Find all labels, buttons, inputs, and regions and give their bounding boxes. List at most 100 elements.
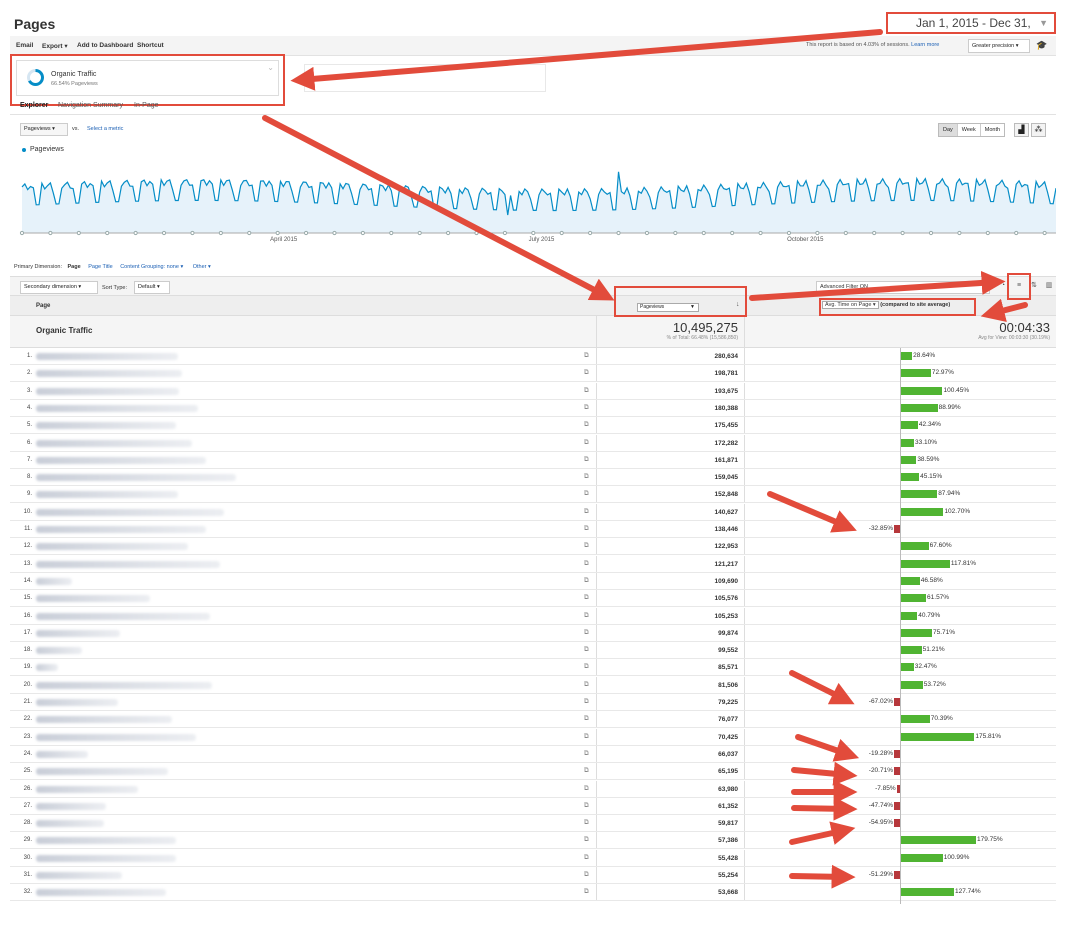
segment-card[interactable]: Organic Traffic 66.54% Pageviews ⌄ [16, 60, 279, 96]
open-link-icon[interactable]: ⧉ [584, 819, 589, 827]
redacted-page-path[interactable] [36, 353, 178, 360]
email-button[interactable]: Email [16, 42, 33, 49]
open-link-icon[interactable]: ⧉ [584, 490, 589, 498]
open-link-icon[interactable]: ⧉ [584, 577, 589, 585]
metric-select[interactable]: Pageviews ▾ [20, 123, 68, 136]
open-link-icon[interactable]: ⧉ [584, 888, 589, 896]
open-link-icon[interactable]: ⧉ [584, 542, 589, 550]
page-column-header[interactable]: Page [36, 303, 50, 309]
redacted-page-path[interactable] [36, 647, 82, 655]
redacted-page-path[interactable] [36, 560, 220, 568]
redacted-page-path[interactable] [36, 456, 206, 464]
redacted-page-path[interactable] [36, 664, 58, 672]
sort-type-select[interactable]: Default ▾ [134, 281, 170, 294]
redacted-page-path[interactable] [36, 491, 178, 499]
open-link-icon[interactable]: ⧉ [584, 473, 589, 481]
add-segment-box[interactable] [304, 64, 546, 92]
redacted-page-path[interactable] [36, 474, 236, 482]
tab-navigation-summary[interactable]: Navigation Summary [58, 102, 123, 109]
redacted-page-path[interactable] [36, 629, 120, 637]
open-link-icon[interactable]: ⧉ [584, 663, 589, 671]
open-link-icon[interactable]: ⧉ [584, 525, 589, 533]
redacted-page-path[interactable] [36, 837, 176, 845]
redacted-page-path[interactable] [36, 699, 118, 706]
open-link-icon[interactable]: ⧉ [584, 767, 589, 775]
comparison-percent: 42.34% [918, 421, 941, 429]
column-divider [596, 382, 597, 399]
open-link-icon[interactable]: ⧉ [584, 750, 589, 758]
redacted-page-path[interactable] [36, 404, 198, 412]
content-grouping-select[interactable]: Content Grouping: none ▾ [120, 264, 183, 270]
open-link-icon[interactable]: ⧉ [584, 802, 589, 810]
precision-select[interactable]: Greater precision ▾ [968, 39, 1030, 53]
open-link-icon[interactable]: ⧉ [584, 612, 589, 620]
open-link-icon[interactable]: ⧉ [584, 785, 589, 793]
redacted-page-path[interactable] [36, 422, 176, 430]
tab-explorer[interactable]: Explorer [20, 102, 48, 109]
comparison-percent: -7.85% [875, 784, 896, 792]
export-button[interactable]: Export ▾ [42, 42, 68, 50]
learn-more-link[interactable]: Learn more [911, 42, 939, 48]
line-chart-icon[interactable]: ▟ [1014, 123, 1029, 137]
open-link-icon[interactable]: ⧉ [584, 439, 589, 447]
open-link-icon[interactable]: ⧉ [584, 508, 589, 516]
open-link-icon[interactable]: ⧉ [584, 733, 589, 741]
redacted-page-path[interactable] [36, 681, 212, 689]
secondary-dimension-select[interactable]: Secondary dimension ▾ [20, 281, 98, 294]
redacted-page-path[interactable] [36, 439, 192, 447]
period-month-button[interactable]: Month [980, 124, 1005, 136]
date-range-picker[interactable]: Jan 1, 2015 - Dec 31, 2015 ▼ [886, 12, 1056, 48]
open-link-icon[interactable]: ⧉ [584, 715, 589, 723]
select-metric-link[interactable]: Select a metric [87, 126, 123, 132]
period-week-button[interactable]: Week [957, 124, 981, 136]
motion-chart-icon[interactable]: ⁂ [1031, 123, 1046, 137]
redacted-page-path[interactable] [36, 508, 224, 516]
row-number: 30. [23, 854, 32, 861]
open-link-icon[interactable]: ⧉ [584, 456, 589, 464]
dimension-other-select[interactable]: Other ▾ [193, 264, 211, 270]
period-day-button[interactable]: Day [939, 124, 958, 136]
redacted-page-path[interactable] [36, 889, 166, 897]
chevron-down-icon[interactable]: ⌄ [267, 63, 274, 72]
redacted-page-path[interactable] [36, 577, 72, 585]
redacted-page-path[interactable] [36, 543, 188, 551]
open-link-icon[interactable]: ⧉ [584, 698, 589, 706]
pivot-view-icon[interactable]: ▥ [1042, 279, 1056, 294]
dimension-page[interactable]: Page [68, 264, 81, 270]
redacted-page-path[interactable] [36, 854, 176, 862]
redacted-page-path[interactable] [36, 526, 206, 533]
open-link-icon[interactable]: ⧉ [584, 560, 589, 568]
redacted-page-path[interactable] [36, 716, 172, 724]
redacted-page-path[interactable] [36, 612, 210, 620]
redacted-page-path[interactable] [36, 820, 104, 828]
redacted-page-path[interactable] [36, 785, 138, 793]
open-link-icon[interactable]: ⧉ [584, 871, 589, 879]
graduation-cap-icon[interactable]: 🎓 [1036, 40, 1047, 51]
redacted-page-path[interactable] [36, 387, 179, 395]
open-link-icon[interactable]: ⧉ [584, 369, 589, 377]
open-link-icon[interactable]: ⧉ [584, 854, 589, 862]
open-link-icon[interactable]: ⧉ [584, 836, 589, 844]
column-divider [596, 676, 597, 693]
tab-in-page[interactable]: In-Page [134, 102, 159, 109]
dimension-page-title[interactable]: Page Title [88, 264, 112, 270]
data-view-icon[interactable]: ▦ [980, 279, 994, 294]
open-link-icon[interactable]: ⧉ [584, 352, 589, 360]
open-link-icon[interactable]: ⧉ [584, 681, 589, 689]
open-link-icon[interactable]: ⧉ [584, 594, 589, 602]
redacted-page-path[interactable] [36, 768, 168, 776]
redacted-page-path[interactable] [36, 872, 122, 879]
redacted-page-path[interactable] [36, 750, 88, 758]
open-link-icon[interactable]: ⧉ [584, 646, 589, 654]
shortcut-button[interactable]: Shortcut [137, 42, 164, 49]
open-link-icon[interactable]: ⧉ [584, 404, 589, 412]
add-to-dashboard-button[interactable]: Add to Dashboard [77, 42, 133, 49]
advanced-filter-input[interactable]: Advanced Filter ON [816, 281, 990, 294]
redacted-page-path[interactable] [36, 733, 196, 741]
redacted-page-path[interactable] [36, 370, 182, 378]
redacted-page-path[interactable] [36, 595, 150, 603]
open-link-icon[interactable]: ⧉ [584, 421, 589, 429]
redacted-page-path[interactable] [36, 802, 106, 810]
open-link-icon[interactable]: ⧉ [584, 387, 589, 395]
open-link-icon[interactable]: ⧉ [584, 629, 589, 637]
